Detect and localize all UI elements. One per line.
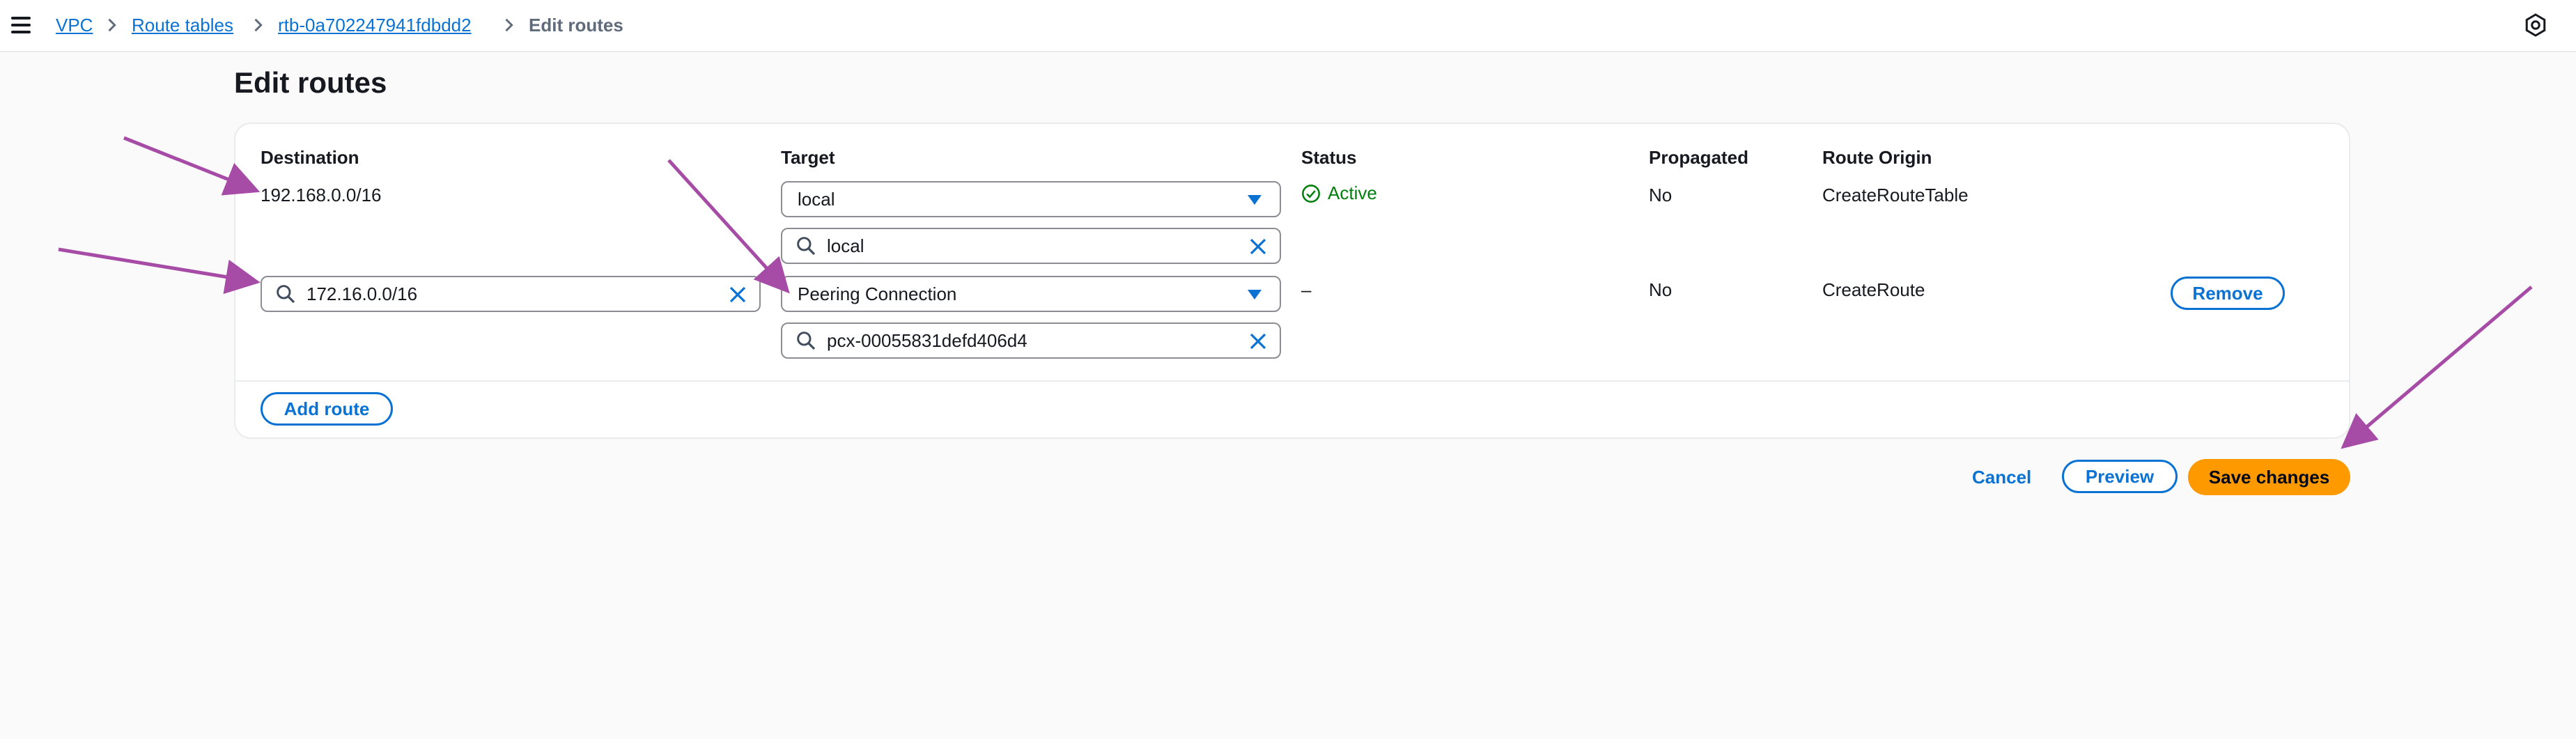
breadcrumb-route-table-id[interactable]: rtb-0a702247941fdbdd2	[278, 14, 472, 36]
row1-target-type-value: local	[798, 188, 835, 210]
row1-target-type-select[interactable]: local	[781, 181, 1281, 217]
caret-down-icon[interactable]	[1246, 288, 1263, 301]
menu-icon[interactable]	[11, 17, 31, 33]
row1-status: Active	[1301, 182, 1377, 204]
column-header-propagated: Propagated	[1649, 147, 1749, 168]
row1-destination: 192.168.0.0/16	[261, 185, 382, 205]
cancel-button[interactable]: Cancel	[1972, 466, 2031, 488]
column-header-status: Status	[1301, 147, 1357, 168]
column-header-destination: Destination	[261, 147, 359, 168]
row2-destination-value: 172.16.0.0/16	[307, 283, 418, 304]
row1-status-text: Active	[1328, 182, 1377, 203]
column-header-route-origin: Route Origin	[1822, 147, 1932, 168]
row1-target-search-input[interactable]: local	[781, 228, 1281, 264]
clear-icon[interactable]	[1248, 236, 1268, 257]
row2-target-value: pcx-00055831defd406d4	[827, 329, 1027, 351]
breadcrumb-current: Edit routes	[529, 15, 623, 36]
row1-target-value: local	[827, 235, 864, 256]
row1-propagated: No	[1649, 185, 1673, 205]
search-icon	[277, 285, 295, 304]
add-route-button[interactable]: Add route	[261, 392, 393, 426]
row2-status: –	[1301, 279, 1312, 300]
column-header-target: Target	[781, 147, 835, 168]
caret-down-icon[interactable]	[1246, 194, 1263, 206]
top-navigation-bar: VPC Route tables rtb-0a702247941fdbdd2 E…	[0, 0, 2576, 52]
settings-icon[interactable]	[2523, 13, 2548, 38]
preview-button[interactable]: Preview	[2062, 460, 2178, 493]
row2-target-type-value: Peering Connection	[798, 283, 957, 304]
row2-target-type-select[interactable]: Peering Connection	[781, 276, 1281, 312]
check-circle-icon	[1302, 184, 1320, 203]
chevron-right-icon	[108, 18, 116, 32]
row1-route-origin: CreateRouteTable	[1822, 185, 1969, 205]
row2-target-search-input[interactable]: pcx-00055831defd406d4	[781, 322, 1281, 359]
clear-icon[interactable]	[1248, 331, 1268, 352]
breadcrumb-route-tables[interactable]: Route tables	[132, 14, 233, 36]
remove-route-button[interactable]: Remove	[2171, 277, 2285, 310]
search-icon	[797, 332, 816, 350]
divider	[235, 380, 2349, 382]
row2-destination-input[interactable]: 172.16.0.0/16	[261, 276, 761, 312]
save-changes-button[interactable]: Save changes	[2188, 459, 2350, 495]
row2-propagated: No	[1649, 279, 1673, 300]
clear-icon[interactable]	[727, 284, 748, 305]
search-icon	[797, 237, 816, 256]
row2-route-origin: CreateRoute	[1822, 279, 1925, 300]
breadcrumb-vpc[interactable]: VPC	[56, 14, 93, 36]
arrow-icon	[58, 247, 261, 295]
page-title: Edit routes	[234, 66, 387, 99]
chevron-right-icon	[505, 18, 513, 32]
chevron-right-icon	[254, 18, 263, 32]
arrow-icon	[2341, 286, 2533, 449]
